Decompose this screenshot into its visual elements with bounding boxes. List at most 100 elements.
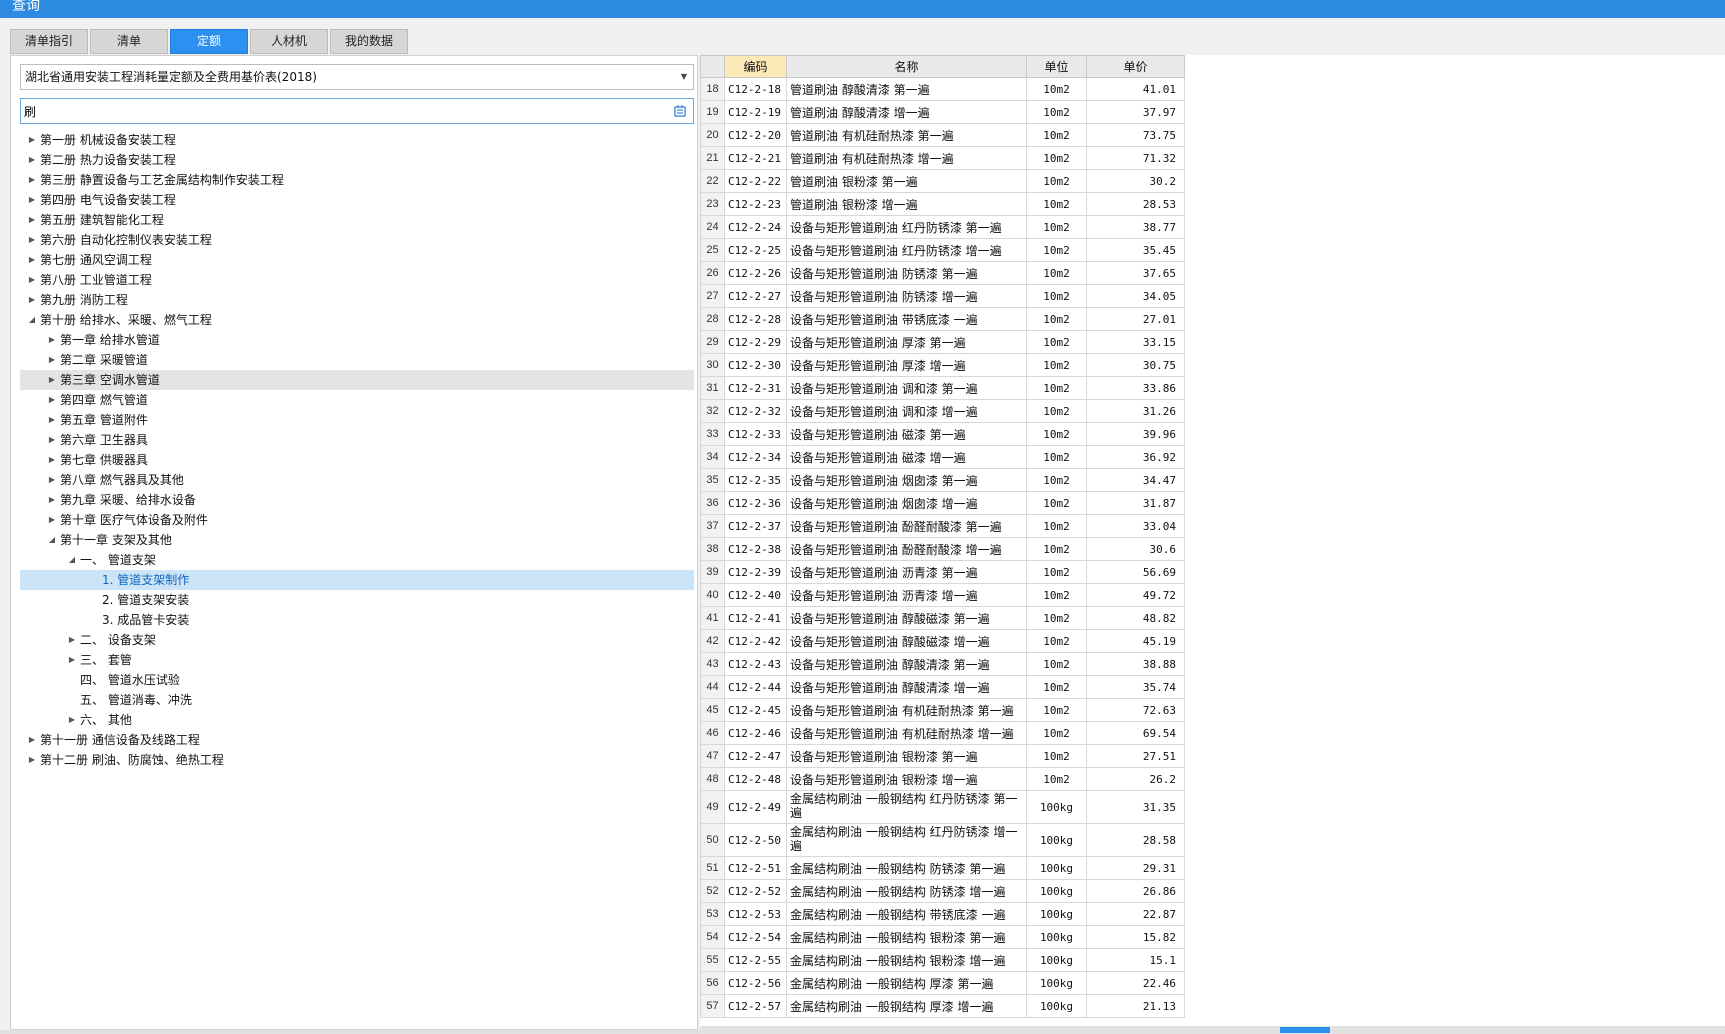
row-number[interactable]: 43 — [700, 652, 725, 676]
tree-node[interactable]: ▶ 第五章 管道附件 — [20, 410, 694, 430]
quota-name[interactable]: 设备与矩形管道刷油 银粉漆 第一遍 — [786, 744, 1027, 768]
tab-quota[interactable]: 定额 — [170, 29, 248, 54]
quota-price[interactable]: 27.51 — [1086, 744, 1185, 768]
row-number[interactable]: 21 — [700, 146, 725, 170]
quota-unit[interactable]: 100kg — [1026, 856, 1087, 880]
quota-unit[interactable]: 10m2 — [1026, 353, 1087, 377]
collapsed-arrow-icon[interactable]: ▶ — [27, 170, 37, 190]
quota-code[interactable]: C12-2-30 — [724, 353, 787, 377]
row-number[interactable]: 32 — [700, 399, 725, 423]
row-number[interactable]: 33 — [700, 422, 725, 446]
quota-price[interactable]: 27.01 — [1086, 307, 1185, 331]
table-row[interactable]: 27 C12-2-27 设备与矩形管道刷油 防锈漆 增一遍 10m2 34.05 — [700, 284, 1185, 308]
row-number[interactable]: 26 — [700, 261, 725, 285]
collapsed-arrow-icon[interactable]: ▶ — [47, 430, 57, 450]
tab-list[interactable]: 清单 — [90, 29, 168, 54]
quota-price[interactable]: 31.35 — [1086, 790, 1185, 824]
quota-code[interactable]: C12-2-56 — [724, 971, 787, 995]
tab-list-guide[interactable]: 清单指引 — [10, 29, 88, 54]
row-number[interactable]: 53 — [700, 902, 725, 926]
quota-price[interactable]: 15.1 — [1086, 948, 1185, 972]
table-row[interactable]: 22 C12-2-22 管道刷油 银粉漆 第一遍 10m2 30.2 — [700, 169, 1185, 193]
tree-node[interactable]: ◢ 第十册 给排水、采暖、燃气工程 — [20, 310, 694, 330]
quota-unit[interactable]: 10m2 — [1026, 491, 1087, 515]
quota-code[interactable]: C12-2-52 — [724, 879, 787, 903]
table-row[interactable]: 56 C12-2-56 金属结构刷油 一般钢结构 厚漆 第一遍 100kg 22.46 — [700, 971, 1185, 995]
tree-node[interactable]: ▶ 第一章 给排水管道 — [20, 330, 694, 350]
row-number[interactable]: 48 — [700, 767, 725, 791]
quota-unit[interactable]: 10m2 — [1026, 123, 1087, 147]
quota-name[interactable]: 管道刷油 有机硅耐热漆 增一遍 — [786, 146, 1027, 170]
table-row[interactable]: 26 C12-2-26 设备与矩形管道刷油 防锈漆 第一遍 10m2 37.65 — [700, 261, 1185, 285]
quota-code[interactable]: C12-2-37 — [724, 514, 787, 538]
row-number[interactable]: 34 — [700, 445, 725, 469]
tab-my-data[interactable]: 我的数据 — [330, 29, 408, 54]
tree-node[interactable]: ▶ 第九章 采暖、给排水设备 — [20, 490, 694, 510]
tree-node[interactable]: ▶ 第十二册 刷油、防腐蚀、绝热工程 — [20, 750, 694, 770]
row-number[interactable]: 37 — [700, 514, 725, 538]
table-row[interactable]: 49 C12-2-49 金属结构刷油 一般钢结构 红丹防锈漆 第一遍 100kg 31.… — [700, 790, 1185, 824]
tree-node[interactable]: ▶ 第八册 工业管道工程 — [20, 270, 694, 290]
row-number[interactable]: 39 — [700, 560, 725, 584]
quota-name[interactable]: 金属结构刷油 一般钢结构 防锈漆 增一遍 — [786, 879, 1027, 903]
quota-unit[interactable]: 10m2 — [1026, 629, 1087, 653]
quota-code[interactable]: C12-2-24 — [724, 215, 787, 239]
collapsed-arrow-icon[interactable]: ▶ — [27, 230, 37, 250]
quota-code[interactable]: C12-2-41 — [724, 606, 787, 630]
quota-unit[interactable]: 10m2 — [1026, 77, 1087, 101]
quota-code[interactable]: C12-2-34 — [724, 445, 787, 469]
quota-price[interactable]: 69.54 — [1086, 721, 1185, 745]
tree-node[interactable]: ◢ 一、 管道支架 — [20, 550, 694, 570]
quota-code[interactable]: C12-2-18 — [724, 77, 787, 101]
quota-price[interactable]: 26.86 — [1086, 879, 1185, 903]
chevron-down-icon[interactable]: ▼ — [681, 65, 687, 89]
quota-name[interactable]: 设备与矩形管道刷油 有机硅耐热漆 第一遍 — [786, 698, 1027, 722]
quota-price[interactable]: 34.05 — [1086, 284, 1185, 308]
tree-node[interactable]: 四、 管道水压试验 — [20, 670, 694, 690]
tree-node[interactable]: ▶ 第九册 消防工程 — [20, 290, 694, 310]
quota-name[interactable]: 设备与矩形管道刷油 沥青漆 增一遍 — [786, 583, 1027, 607]
collapsed-arrow-icon[interactable]: ▶ — [27, 750, 37, 770]
tree-node[interactable]: ▶ 第七章 供暖器具 — [20, 450, 694, 470]
quota-name[interactable]: 设备与矩形管道刷油 银粉漆 增一遍 — [786, 767, 1027, 791]
tree-node[interactable]: ▶ 六、 其他 — [20, 710, 694, 730]
scrollbar-thumb[interactable] — [1280, 1027, 1330, 1033]
collapsed-arrow-icon[interactable]: ▶ — [47, 370, 57, 390]
table-row[interactable]: 57 C12-2-57 金属结构刷油 一般钢结构 厚漆 增一遍 100kg 21.13 — [700, 994, 1185, 1018]
tree-node[interactable]: ▶ 第十一册 通信设备及线路工程 — [20, 730, 694, 750]
quota-code[interactable]: C12-2-22 — [724, 169, 787, 193]
quota-name[interactable]: 设备与矩形管道刷油 烟囱漆 第一遍 — [786, 468, 1027, 492]
table-row[interactable]: 31 C12-2-31 设备与矩形管道刷油 调和漆 第一遍 10m2 33.86 — [700, 376, 1185, 400]
quota-code[interactable]: C12-2-33 — [724, 422, 787, 446]
quota-code[interactable]: C12-2-27 — [724, 284, 787, 308]
tree-node[interactable]: ▶ 第十章 医疗气体设备及附件 — [20, 510, 694, 530]
row-number[interactable]: 29 — [700, 330, 725, 354]
table-row[interactable]: 21 C12-2-21 管道刷油 有机硅耐热漆 增一遍 10m2 71.32 — [700, 146, 1185, 170]
table-row[interactable]: 47 C12-2-47 设备与矩形管道刷油 银粉漆 第一遍 10m2 27.51 — [700, 744, 1185, 768]
quota-unit[interactable]: 10m2 — [1026, 307, 1087, 331]
tree-node[interactable]: ◢ 第十一章 支架及其他 — [20, 530, 694, 550]
table-row[interactable]: 54 C12-2-54 金属结构刷油 一般钢结构 银粉漆 第一遍 100kg 15.82 — [700, 925, 1185, 949]
quota-price[interactable]: 48.82 — [1086, 606, 1185, 630]
tree-node[interactable]: ▶ 第六册 自动化控制仪表安装工程 — [20, 230, 694, 250]
quota-name[interactable]: 设备与矩形管道刷油 酚醛耐酸漆 第一遍 — [786, 514, 1027, 538]
row-number[interactable]: 24 — [700, 215, 725, 239]
table-row[interactable]: 23 C12-2-23 管道刷油 银粉漆 增一遍 10m2 28.53 — [700, 192, 1185, 216]
quota-code[interactable]: C12-2-39 — [724, 560, 787, 584]
table-row[interactable]: 51 C12-2-51 金属结构刷油 一般钢结构 防锈漆 第一遍 100kg 29.31 — [700, 856, 1185, 880]
quota-name[interactable]: 金属结构刷油 一般钢结构 防锈漆 第一遍 — [786, 856, 1027, 880]
collapsed-arrow-icon[interactable]: ▶ — [27, 130, 37, 150]
quota-price[interactable]: 71.32 — [1086, 146, 1185, 170]
quota-unit[interactable]: 10m2 — [1026, 376, 1087, 400]
row-number[interactable]: 57 — [700, 994, 725, 1018]
quota-code[interactable]: C12-2-38 — [724, 537, 787, 561]
row-number[interactable]: 28 — [700, 307, 725, 331]
table-row[interactable]: 52 C12-2-52 金属结构刷油 一般钢结构 防锈漆 增一遍 100kg 26.86 — [700, 879, 1185, 903]
table-row[interactable]: 42 C12-2-42 设备与矩形管道刷油 醇酸磁漆 增一遍 10m2 45.19 — [700, 629, 1185, 653]
table-row[interactable]: 35 C12-2-35 设备与矩形管道刷油 烟囱漆 第一遍 10m2 34.47 — [700, 468, 1185, 492]
row-number[interactable]: 42 — [700, 629, 725, 653]
quota-price[interactable]: 72.63 — [1086, 698, 1185, 722]
quota-unit[interactable]: 10m2 — [1026, 675, 1087, 699]
row-number[interactable]: 47 — [700, 744, 725, 768]
quota-code[interactable]: C12-2-19 — [724, 100, 787, 124]
